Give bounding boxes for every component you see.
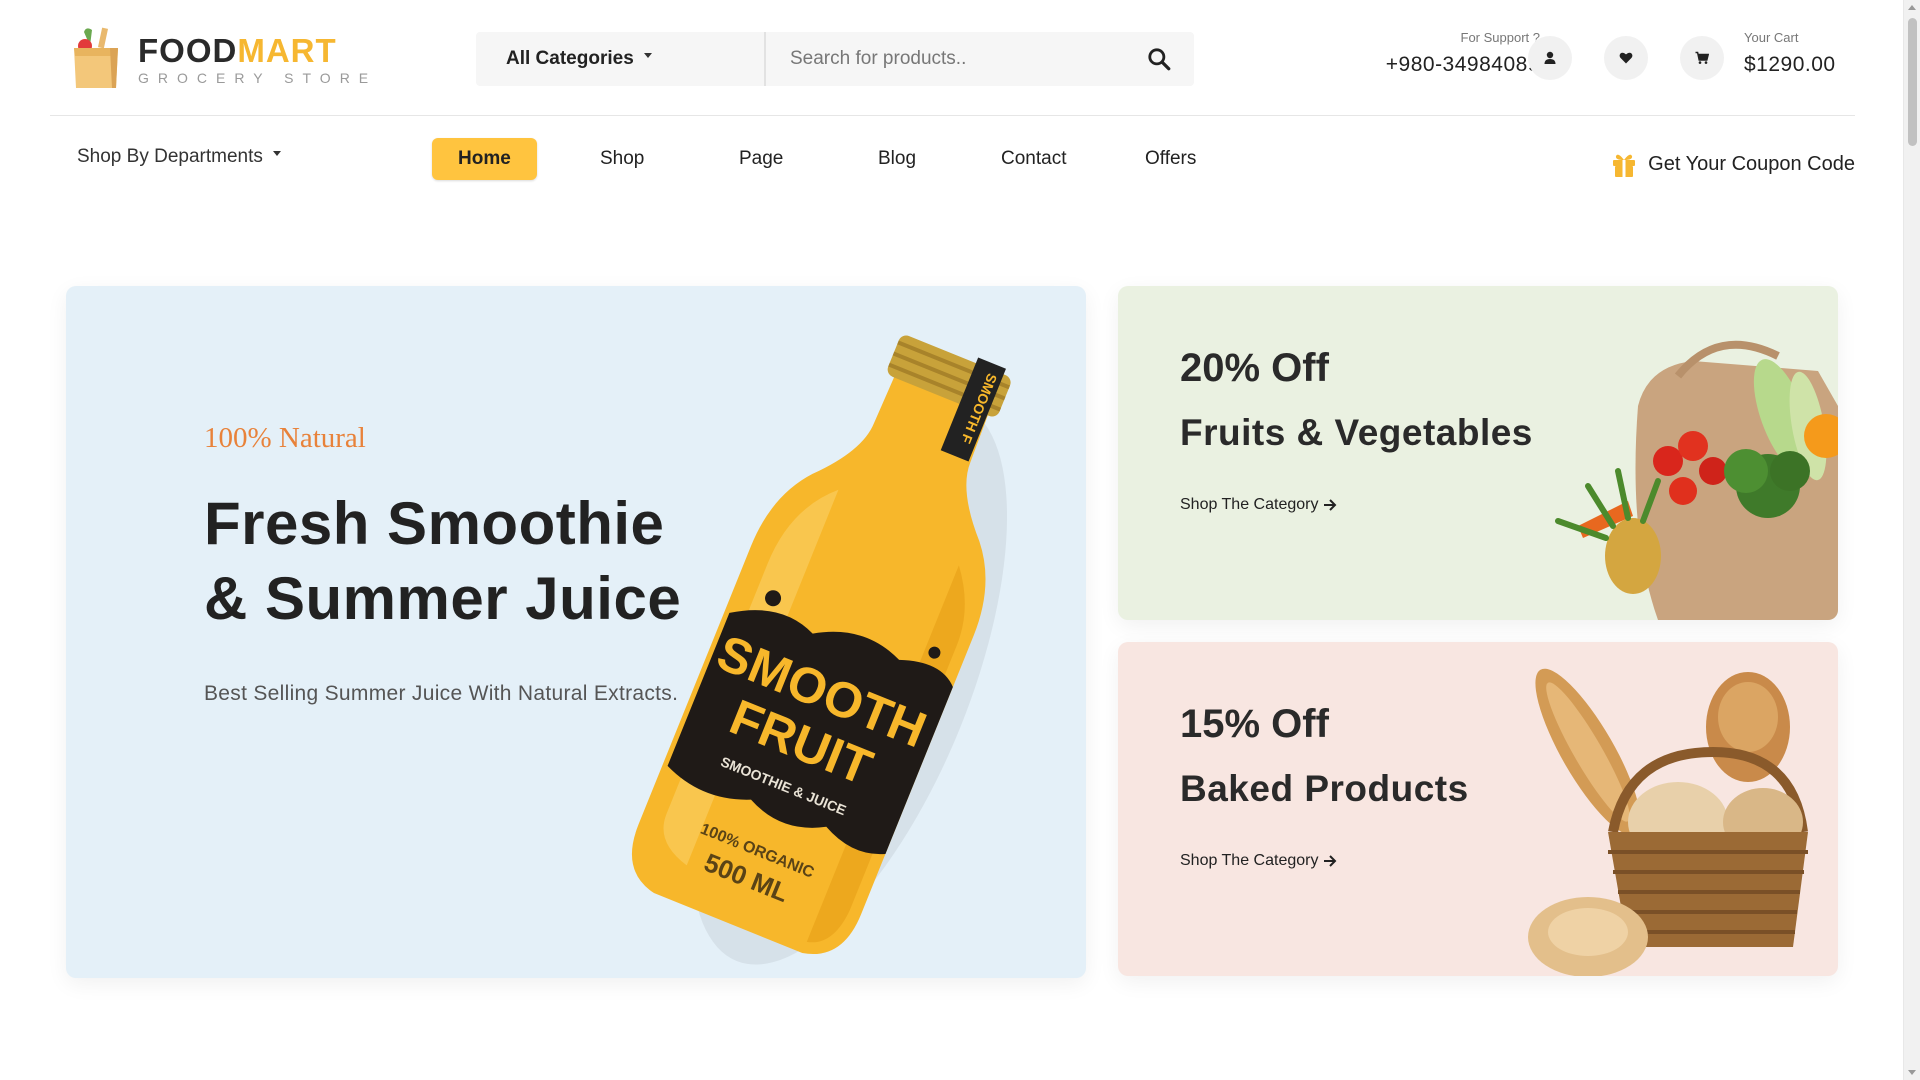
logo[interactable]: FOODMART GROCERY STORE	[70, 24, 368, 94]
promo-card-baked-products: 15% Off Baked Products Shop The Category	[1118, 642, 1838, 976]
support-phone[interactable]: +980-34984089	[1340, 53, 1540, 77]
heart-icon	[1619, 52, 1633, 64]
account-button[interactable]	[1528, 36, 1572, 80]
scroll-down-icon[interactable]	[1908, 1070, 1916, 1075]
search-icon[interactable]	[1146, 46, 1172, 72]
gift-icon	[1613, 154, 1636, 177]
nav-item-page[interactable]: Page	[739, 138, 783, 180]
support-label: For Support ?	[1460, 30, 1541, 45]
logo-food-text: FOOD	[138, 32, 238, 69]
cart-button[interactable]	[1680, 36, 1724, 80]
hero-banner: 100% Natural Fresh Smoothie & Summer Jui…	[66, 286, 1086, 978]
coupon-label: Get Your Coupon Code	[1648, 152, 1855, 175]
cart-icon	[1695, 51, 1709, 64]
site-header: FOODMART GROCERY STORE All Categories Fo…	[50, 0, 1855, 116]
cart-summary[interactable]: Your Cart $1290.00	[1744, 30, 1864, 77]
shop-category-label: Shop The Category	[1180, 852, 1319, 869]
category-select-label: All Categories	[506, 48, 634, 69]
arrow-right-icon	[1324, 499, 1337, 511]
nav-item-home[interactable]: Home	[432, 138, 537, 180]
promo-title: Baked Products	[1180, 768, 1469, 809]
hero-eyebrow: 100% Natural	[204, 422, 366, 454]
logo-wordmark: FOODMART	[138, 32, 337, 70]
juice-bottle-image: SMOOTH F SMOOTH FRUIT SMOOTHIE & JUICE 1…	[632, 335, 1011, 965]
promo-discount: 20% Off	[1180, 346, 1329, 390]
grocery-bag-icon	[74, 27, 118, 88]
shop-category-link[interactable]: Shop The Category	[1180, 852, 1337, 870]
promo-card-fruits-vegetables: 20% Off Fruits & Vegetables Shop The Cat…	[1118, 286, 1838, 620]
arrow-right-icon	[1324, 855, 1337, 867]
logo-tagline: GROCERY STORE	[138, 70, 378, 86]
search-bar: All Categories	[476, 32, 1194, 86]
promo-title: Fruits & Vegetables	[1180, 412, 1533, 453]
promo-discount: 15% Off	[1180, 702, 1329, 746]
coupon-link[interactable]: Get Your Coupon Code	[1610, 150, 1855, 178]
cart-label: Your Cart	[1744, 30, 1799, 45]
nav-item-contact[interactable]: Contact	[1001, 138, 1066, 180]
nav-item-shop[interactable]: Shop	[600, 138, 644, 180]
category-select[interactable]: All Categories	[476, 32, 766, 86]
cart-total: $1290.00	[1744, 53, 1836, 76]
shop-category-link[interactable]: Shop The Category	[1180, 496, 1337, 514]
chevron-down-icon	[643, 53, 652, 59]
bread-basket-image	[1528, 668, 1808, 976]
chevron-down-icon	[272, 151, 281, 157]
user-icon	[1544, 51, 1556, 64]
hero-subtitle: Best Selling Summer Juice With Natural E…	[204, 682, 679, 705]
vegetable-bag-image	[1555, 340, 1838, 620]
scroll-thumb[interactable]	[1908, 18, 1917, 146]
wishlist-button[interactable]	[1604, 36, 1648, 80]
shop-category-label: Shop The Category	[1180, 496, 1319, 513]
main-nav: Shop By Departments Home Shop Page Blog …	[50, 116, 1855, 206]
page-scrollbar[interactable]	[1903, 0, 1920, 1080]
nav-item-offers[interactable]: Offers	[1145, 138, 1196, 180]
shop-by-departments-dropdown[interactable]: Shop By Departments	[77, 146, 281, 168]
nav-item-blog[interactable]: Blog	[878, 138, 916, 180]
support-contact: For Support ? +980-34984089	[1340, 30, 1540, 77]
logo-mart-text: MART	[237, 32, 337, 69]
search-input[interactable]	[768, 32, 1118, 86]
scroll-up-icon[interactable]	[1908, 5, 1916, 10]
departments-label: Shop By Departments	[77, 146, 263, 167]
